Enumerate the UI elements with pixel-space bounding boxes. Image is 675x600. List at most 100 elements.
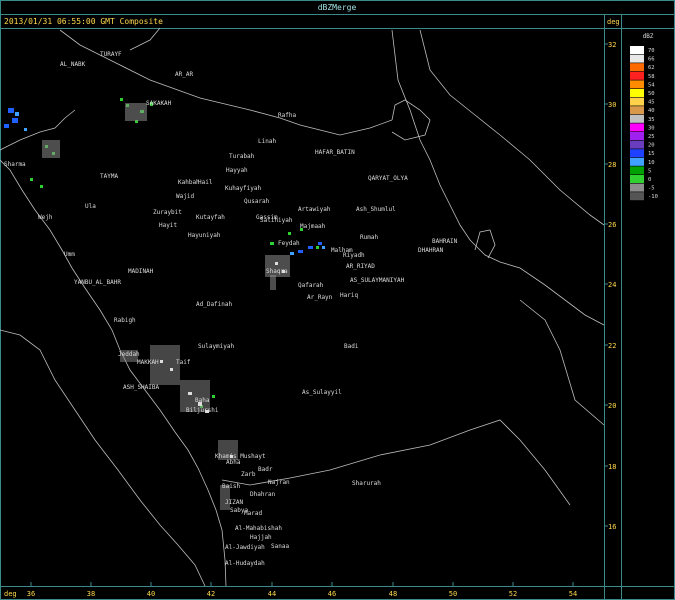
bottom-axis: deg 36 38 40 42 44 46 48 50 52 54	[4, 582, 577, 598]
legend-label: 45	[648, 100, 655, 106]
legend-swatch	[630, 183, 644, 192]
legend-swatch	[630, 46, 644, 54]
legend-label: 10	[648, 160, 655, 166]
place-label: DHAHRAN	[418, 247, 444, 254]
legend-swatch	[630, 132, 644, 140]
kuwait-border	[391, 99, 431, 141]
place-label: MADINAH	[128, 268, 154, 275]
lon-tick-label: 38	[87, 590, 95, 598]
lon-tick-label: 40	[147, 590, 155, 598]
legend-label: 58	[648, 74, 655, 80]
place-label: Dhahran	[250, 491, 276, 498]
legend-label: 70	[648, 48, 655, 54]
lat-tick-label: 30	[608, 101, 616, 109]
legend-swatch	[630, 166, 644, 175]
legend-swatch	[630, 71, 644, 80]
place-label: Salihiyah	[260, 217, 293, 224]
legend-swatch	[630, 192, 644, 201]
legend-swatch	[630, 157, 644, 166]
place-label: Badi	[344, 343, 359, 350]
right-axis-unit: deg	[607, 18, 620, 26]
place-label: Riyadh	[343, 252, 365, 259]
legend-label: 0	[648, 177, 651, 183]
bottom-axis-unit: deg	[4, 590, 17, 598]
map-area: TURAYF AR_AR AL_NABK SAKAKAH Rafha Linah…	[0, 27, 605, 587]
place-label: Ash_Shumlul	[356, 206, 396, 213]
legend-swatch	[630, 106, 644, 115]
lon-tick-label: 52	[509, 590, 517, 598]
legend-label: 62	[648, 65, 655, 71]
lat-tick-label: 26	[608, 221, 616, 229]
legend-label: -10	[648, 194, 658, 200]
lon-tick-label: 36	[27, 590, 35, 598]
place-label: BAHRAIN	[432, 238, 458, 245]
legend-swatch	[630, 89, 644, 97]
lon-tick-label: 42	[207, 590, 215, 598]
legend-swatch	[630, 123, 644, 132]
right-axis: 32 30 28 26 24 22 20 18 16	[604, 41, 616, 531]
place-label: Rafha	[278, 112, 296, 119]
legend-swatch	[630, 63, 644, 72]
legend-swatch	[630, 80, 644, 89]
radar-echoes	[4, 98, 325, 510]
legend-label: 20	[648, 143, 655, 149]
place-label: Al-Mahabishah	[235, 525, 282, 532]
place-label: QARYAT_OLYA	[368, 175, 408, 182]
legend-swatch	[630, 149, 644, 158]
radar-map: dBZMerge 2013/01/31 06:55:00 GMT Composi…	[0, 0, 675, 600]
place-label: Umm	[64, 251, 75, 258]
lat-tick-label: 24	[608, 281, 616, 289]
legend-unit: dBZ	[643, 33, 654, 40]
north-border	[129, 27, 161, 51]
lat-tick-label: 18	[608, 463, 616, 471]
place-label: Baish	[222, 483, 240, 490]
place-label: TURAYF	[100, 51, 122, 58]
place-label: Linah	[258, 138, 276, 145]
place-label: Najran	[268, 479, 290, 486]
place-label: MAKKAH	[137, 359, 159, 366]
place-label: Hariq	[340, 292, 358, 299]
place-label: TAYMA	[100, 173, 118, 180]
window-title: dBZMerge	[318, 3, 357, 12]
place-label: Sharurah	[352, 480, 381, 487]
place-label: Rumah	[360, 234, 378, 241]
place-label: Sharma	[4, 161, 26, 168]
legend-label: 40	[648, 108, 655, 114]
iran-coast	[419, 29, 605, 226]
place-label: Shaqra	[266, 268, 288, 275]
place-label: Rabigh	[114, 317, 136, 324]
place-label: Ad_Dafinah	[196, 301, 233, 308]
lat-tick-label: 22	[608, 342, 616, 350]
place-label: Artawiyah	[298, 206, 331, 213]
place-label: Kuhayfiyah	[225, 185, 262, 192]
place-label: As_Sulayyil	[302, 389, 342, 396]
place-label: Al-Jawdiyah	[225, 544, 265, 551]
lat-tick-label: 20	[608, 402, 616, 410]
place-label: HAFAR_BATIN	[315, 149, 355, 156]
place-label: Abha	[226, 459, 241, 466]
place-label: Sulaymiyah	[198, 343, 235, 350]
place-label: SAKAKAH	[146, 100, 172, 107]
place-label: Hajjah	[250, 534, 272, 541]
legend-swatch	[630, 114, 644, 123]
lon-tick-label: 50	[449, 590, 457, 598]
place-label: Taif	[176, 359, 191, 366]
jordan-iraq-border	[59, 29, 393, 136]
lon-tick-label: 54	[569, 590, 577, 598]
place-label: Majmaah	[300, 223, 326, 230]
lat-tick-label: 16	[608, 523, 616, 531]
legend-swatch	[630, 97, 644, 106]
place-label: Hayuniyah	[188, 232, 221, 239]
place-label: Kutayfah	[196, 214, 225, 221]
legend-swatches: 706662585450454035302520151050-5-10	[630, 46, 658, 201]
place-label: Marad	[244, 510, 262, 517]
lon-tick-label: 46	[328, 590, 336, 598]
place-label: Hail	[198, 179, 213, 186]
qatar	[474, 229, 496, 259]
place-label: Ula	[85, 203, 96, 210]
place-label: Hayyah	[226, 167, 248, 174]
color-scale-legend: dBZ 706662585450454035302520151050-5-10	[630, 33, 658, 201]
legend-label: 50	[648, 91, 655, 97]
legend-label: 5	[648, 168, 651, 174]
place-label: Wajid	[176, 193, 194, 200]
